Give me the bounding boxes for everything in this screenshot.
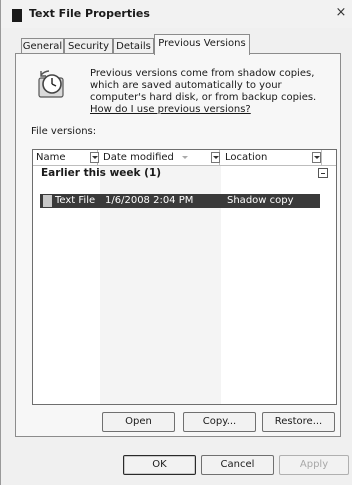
tab-strip: General Security Details Previous Versio… bbox=[1, 34, 352, 55]
copy-button[interactable]: Copy... bbox=[183, 412, 256, 432]
tab-details[interactable]: Details bbox=[113, 38, 154, 54]
ok-button[interactable]: OK bbox=[123, 455, 196, 475]
item-name: Text File bbox=[55, 195, 96, 206]
tab-security[interactable]: Security bbox=[64, 38, 113, 54]
open-button[interactable]: Open bbox=[102, 412, 175, 432]
collapse-group-icon[interactable] bbox=[318, 168, 328, 178]
column-header-location[interactable]: Location bbox=[222, 150, 322, 165]
sorted-column-shade bbox=[100, 150, 221, 404]
item-location: Shadow copy bbox=[227, 195, 294, 206]
group-header[interactable]: Earlier this week (1) bbox=[41, 167, 161, 179]
tab-general[interactable]: General bbox=[21, 38, 64, 54]
restore-button[interactable]: Restore... bbox=[262, 412, 335, 432]
list-header: Name Date modified Location bbox=[33, 150, 336, 166]
previous-versions-panel: Previous versions come from shadow copie… bbox=[15, 53, 341, 437]
tab-previous-versions[interactable]: Previous Versions bbox=[154, 34, 250, 55]
help-link[interactable]: How do I use previous versions? bbox=[90, 104, 251, 115]
location-filter-dropdown-icon[interactable] bbox=[312, 152, 321, 163]
description-text: Previous versions come from shadow copie… bbox=[90, 68, 317, 103]
column-location-label: Location bbox=[225, 152, 268, 163]
close-icon[interactable]: × bbox=[334, 6, 348, 20]
title-bar[interactable]: Text File Properties × bbox=[1, 0, 352, 28]
file-versions-list[interactable]: Name Date modified Location Earlier this… bbox=[32, 149, 337, 405]
window-title: Text File Properties bbox=[29, 7, 150, 20]
column-date-label: Date modified bbox=[103, 152, 174, 163]
restore-clock-icon bbox=[38, 70, 64, 98]
previous-versions-description: Previous versions come from shadow copie… bbox=[90, 68, 336, 116]
date-filter-dropdown-icon[interactable] bbox=[211, 152, 220, 163]
sort-arrow-icon bbox=[182, 156, 188, 159]
item-date-modified: 1/6/2008 2:04 PM bbox=[105, 195, 194, 206]
properties-dialog: Text File Properties × General Security … bbox=[0, 0, 352, 485]
text-file-icon bbox=[12, 9, 22, 22]
list-item[interactable]: Text File 1/6/2008 2:04 PM Shadow copy bbox=[40, 194, 320, 208]
file-versions-label: File versions: bbox=[31, 126, 97, 137]
column-header-date-modified[interactable]: Date modified bbox=[100, 150, 220, 165]
column-header-name[interactable]: Name bbox=[33, 150, 98, 165]
name-filter-dropdown-icon[interactable] bbox=[90, 152, 99, 163]
cancel-button[interactable]: Cancel bbox=[201, 455, 274, 475]
column-name-label: Name bbox=[36, 152, 66, 163]
file-icon bbox=[43, 195, 52, 207]
apply-button[interactable]: Apply bbox=[279, 455, 349, 475]
